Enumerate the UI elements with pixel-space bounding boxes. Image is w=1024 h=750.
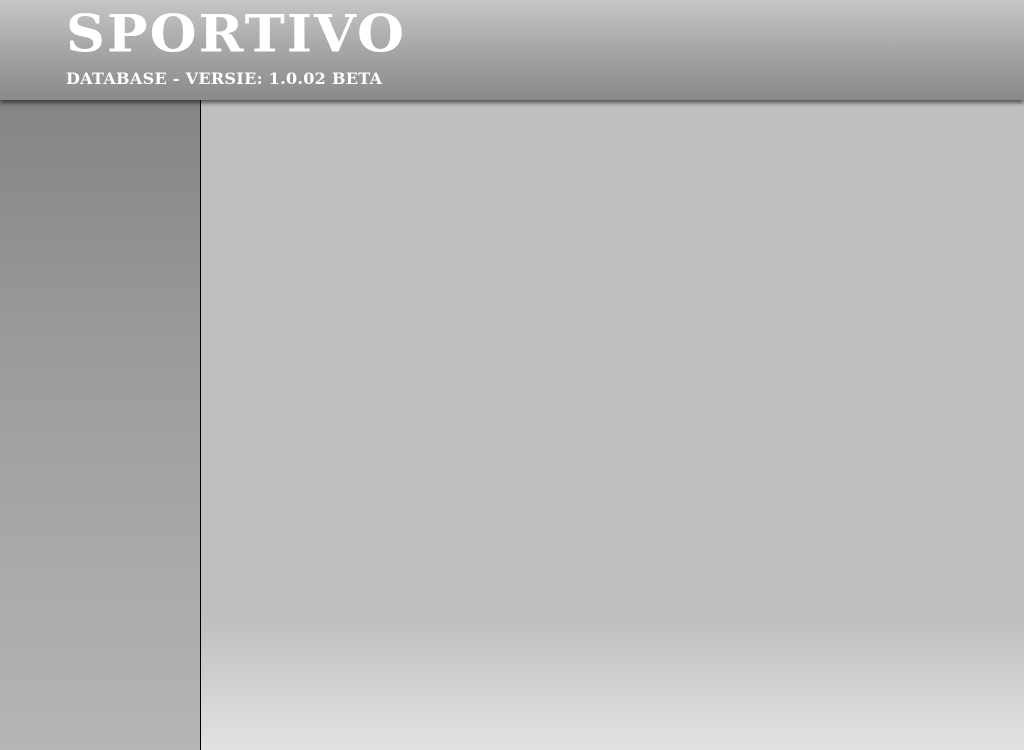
app-version-subtitle: DATABASE - VERSIE: 1.0.02 BETA (66, 69, 383, 88)
header-banner: SPORTIVO DATABASE - VERSIE: 1.0.02 BETA (0, 0, 1024, 100)
app-title: SPORTIVO (66, 2, 406, 64)
main-content-area (201, 100, 1024, 750)
sidebar (0, 100, 201, 750)
app-window: SPORTIVO DATABASE - VERSIE: 1.0.02 BETA (0, 0, 1024, 750)
